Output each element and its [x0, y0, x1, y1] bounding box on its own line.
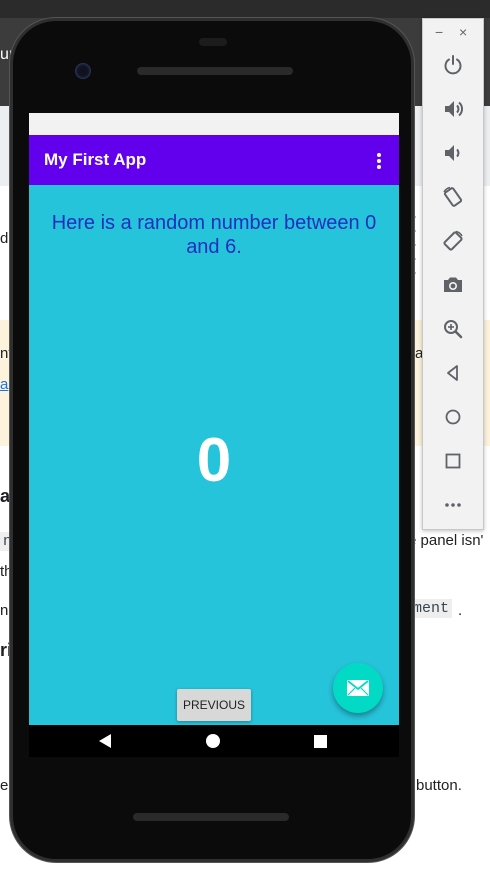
screenshot-button[interactable] [439, 271, 467, 299]
background-link[interactable]: a [0, 376, 8, 393]
phone-bottom-speaker [133, 813, 289, 821]
rotate-left-icon [443, 186, 463, 207]
background-title-bar [0, 0, 490, 18]
zoom-button[interactable] [439, 315, 467, 343]
more-button[interactable] [439, 491, 467, 519]
home-button[interactable] [439, 403, 467, 431]
main-content: Here is a random number between 0 and 6.… [29, 185, 399, 725]
email-fab-button[interactable] [333, 663, 383, 713]
overflow-menu-icon[interactable] [367, 149, 391, 173]
rotate-left-button[interactable] [439, 183, 467, 211]
volume-up-icon [445, 101, 463, 117]
rotate-right-button[interactable] [439, 227, 467, 255]
background-text: button. [416, 777, 462, 794]
front-camera-icon [75, 63, 91, 79]
status-bar [29, 113, 399, 135]
back-icon [447, 365, 458, 381]
system-nav-bar [29, 725, 399, 757]
zoom-icon [444, 320, 463, 339]
power-button[interactable] [439, 51, 467, 79]
background-text: d [0, 230, 9, 247]
more-icon [445, 503, 461, 507]
overview-button[interactable] [439, 447, 467, 475]
recents-icon[interactable] [314, 735, 327, 748]
rotate-right-icon [443, 230, 463, 251]
previous-button[interactable]: PREVIOUS [177, 689, 251, 721]
camera-icon [444, 277, 462, 292]
back-button[interactable] [439, 359, 467, 387]
background-text: . [458, 602, 463, 619]
home-icon[interactable] [206, 734, 220, 748]
app-bar: My First App [29, 135, 399, 185]
random-number-value: 0 [196, 426, 232, 495]
overview-icon [445, 453, 461, 469]
back-icon[interactable] [99, 734, 111, 748]
emulator-toolbar: − × [422, 18, 484, 530]
volume-up-button[interactable] [439, 95, 467, 123]
phone-frame: My First App Here is a random number bet… [10, 18, 414, 862]
close-button[interactable]: × [459, 25, 467, 39]
background-code: ment [410, 599, 453, 618]
random-number-message: Here is a random number between 0 and 6. [51, 212, 377, 258]
phone-speaker-grille [137, 67, 293, 75]
phone-earpiece [199, 38, 227, 46]
mail-icon [347, 680, 369, 696]
minimize-button[interactable]: − [435, 25, 443, 39]
power-icon [444, 55, 462, 75]
app-title: My First App [44, 150, 147, 169]
background-text: e panel isn' [408, 532, 484, 549]
volume-down-button[interactable] [439, 139, 467, 167]
volume-down-icon [445, 145, 460, 161]
phone-screen: My First App Here is a random number bet… [29, 113, 399, 757]
background-text: e [0, 777, 9, 794]
home-icon [445, 409, 461, 425]
